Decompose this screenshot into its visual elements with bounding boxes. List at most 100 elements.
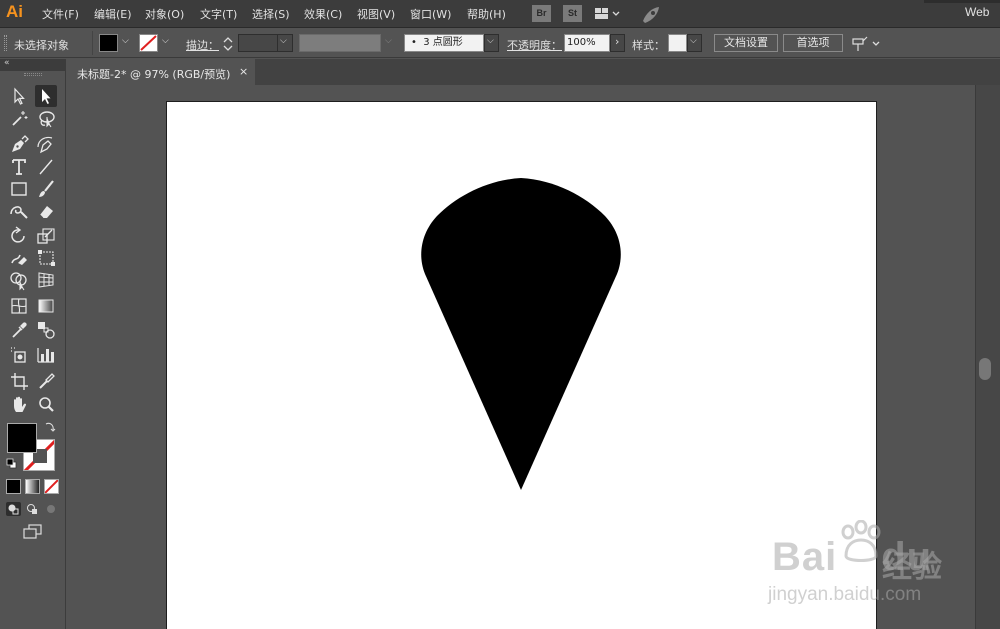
gradient-tool[interactable] xyxy=(35,295,57,317)
column-graph-tool[interactable] xyxy=(35,344,57,366)
gradient-mode-button[interactable] xyxy=(25,479,40,494)
eraser-icon xyxy=(39,206,53,219)
pen-nib-icon xyxy=(12,135,29,152)
opacity-input[interactable]: 100% xyxy=(564,34,610,52)
bar-graph-icon xyxy=(37,348,54,363)
curvature-tool[interactable] xyxy=(35,134,57,156)
eraser-tool[interactable] xyxy=(35,200,57,222)
scale-tool[interactable] xyxy=(35,225,57,247)
none-slash-icon xyxy=(45,480,58,493)
stroke-swatch[interactable] xyxy=(139,34,158,52)
warp-tool[interactable] xyxy=(8,247,30,269)
perspective-grid-tool[interactable] xyxy=(35,269,57,291)
mesh-tool[interactable] xyxy=(8,295,30,317)
line-tool[interactable] xyxy=(35,156,57,178)
eyedropper-tool[interactable] xyxy=(8,319,30,341)
graphic-style-dropdown[interactable]: ⌵ xyxy=(687,34,702,52)
symbol-sprayer-tool[interactable] xyxy=(8,344,30,366)
stroke-weight-stepper[interactable] xyxy=(222,36,234,52)
stroke-weight-input[interactable] xyxy=(238,34,278,52)
selection-tool[interactable] xyxy=(8,85,30,107)
arrange-documents-button[interactable] xyxy=(594,7,620,21)
draw-behind-button[interactable] xyxy=(25,502,40,516)
pen-tool[interactable] xyxy=(8,134,30,156)
lasso-tool[interactable] xyxy=(35,108,57,130)
draw-inside-button[interactable] xyxy=(44,502,59,516)
stock-button[interactable]: St xyxy=(563,5,582,22)
fill-color-box[interactable] xyxy=(7,423,37,453)
divider xyxy=(92,31,93,55)
default-fill-stroke-button[interactable] xyxy=(6,458,17,469)
stroke-dropdown-chevron-icon[interactable]: ⌵ xyxy=(162,36,169,46)
paintbrush-tool[interactable] xyxy=(35,178,57,200)
blend-tool[interactable] xyxy=(35,319,57,341)
stroke-weight-dropdown[interactable]: ⌵ xyxy=(278,34,293,52)
tools-panel-grip[interactable] xyxy=(24,73,42,76)
menu-edit[interactable]: 编辑(E) xyxy=(94,6,132,22)
fill-swatch[interactable] xyxy=(99,34,118,52)
opacity-label[interactable]: 不透明度： xyxy=(507,37,562,53)
variable-width-profile[interactable] xyxy=(299,34,381,52)
style-label: 样式： xyxy=(632,39,665,52)
change-screen-mode-button[interactable] xyxy=(22,524,44,540)
rectangle-tool[interactable] xyxy=(8,178,30,200)
control-bar: 未选择对象 ⌵ ⌵ 描边： ⌵ ⌵ • 3 点圆形 ⌵ 不透明度： 100% ›… xyxy=(0,29,1000,58)
direct-selection-tool[interactable] xyxy=(35,85,57,107)
gradient-icon xyxy=(38,299,54,313)
arrange-panel-button[interactable] xyxy=(851,35,883,53)
rectangle-icon xyxy=(11,182,27,196)
menu-select[interactable]: 选择(S) xyxy=(252,6,290,22)
profile-chevron-icon: ⌵ xyxy=(385,36,392,46)
workspace-switcher[interactable]: Web xyxy=(965,5,989,19)
type-tool[interactable] xyxy=(8,156,30,178)
draw-behind-icon xyxy=(27,504,37,514)
preferences-button[interactable]: 首选项 xyxy=(783,34,843,52)
document-tab[interactable]: 未标题-2* @ 97% (RGB/预览) × xyxy=(67,59,255,85)
default-colors-icon xyxy=(6,458,17,469)
bridge-button[interactable]: Br xyxy=(532,5,551,22)
graphic-style-swatch[interactable] xyxy=(668,34,687,52)
shaper-tool[interactable] xyxy=(8,200,30,222)
shape-builder-icon xyxy=(10,272,27,291)
line-segment-icon xyxy=(39,159,53,175)
stepper-arrows-icon xyxy=(223,37,233,51)
menu-window[interactable]: 窗口(W) xyxy=(410,6,451,22)
paintbrush-icon xyxy=(39,180,54,197)
stroke-label[interactable]: 描边： xyxy=(186,37,219,53)
close-icon[interactable]: × xyxy=(239,65,248,78)
swap-fill-stroke-button[interactable] xyxy=(44,421,56,433)
color-mode-button[interactable] xyxy=(6,479,21,494)
vertical-scrollbar[interactable] xyxy=(975,85,1000,629)
control-bar-grip[interactable] xyxy=(4,35,7,51)
rotate-tool[interactable] xyxy=(8,225,30,247)
brush-dropdown[interactable]: ⌵ xyxy=(484,34,499,52)
brush-definition[interactable]: • 3 点圆形 xyxy=(404,34,484,52)
menu-help[interactable]: 帮助(H) xyxy=(467,6,506,22)
watermark-url: jingyan.baidu.com xyxy=(768,584,922,605)
magic-wand-tool[interactable] xyxy=(8,108,30,130)
document-setup-button[interactable]: 文档设置 xyxy=(714,34,778,52)
none-mode-button[interactable] xyxy=(44,479,59,494)
menu-file[interactable]: 文件(F) xyxy=(42,6,79,22)
tools-panel-header[interactable]: « xyxy=(0,58,66,71)
free-transform-tool[interactable] xyxy=(35,247,57,269)
scrollbar-thumb[interactable] xyxy=(979,358,991,380)
chevron-down-icon: ⌵ xyxy=(487,36,494,46)
artboard-tool[interactable] xyxy=(8,370,30,392)
menu-view[interactable]: 视图(V) xyxy=(357,6,395,22)
draw-normal-button[interactable] xyxy=(6,502,21,516)
zoom-tool[interactable] xyxy=(35,394,57,416)
blend-icon xyxy=(38,322,55,339)
collapse-panel-icon[interactable]: « xyxy=(4,58,10,68)
fill-dropdown-chevron-icon[interactable]: ⌵ xyxy=(122,36,129,46)
shape-builder-tool[interactable] xyxy=(8,269,30,291)
magnifier-icon xyxy=(39,397,54,412)
menu-type[interactable]: 文字(T) xyxy=(200,6,237,22)
opacity-expand-button[interactable]: › xyxy=(610,34,625,52)
menu-effect[interactable]: 效果(C) xyxy=(304,6,342,22)
hand-tool[interactable] xyxy=(8,394,30,416)
slice-tool[interactable] xyxy=(35,370,57,392)
gpu-performance-button[interactable] xyxy=(640,4,662,24)
teardrop-shape[interactable] xyxy=(421,178,621,490)
menu-object[interactable]: 对象(O) xyxy=(145,6,184,22)
